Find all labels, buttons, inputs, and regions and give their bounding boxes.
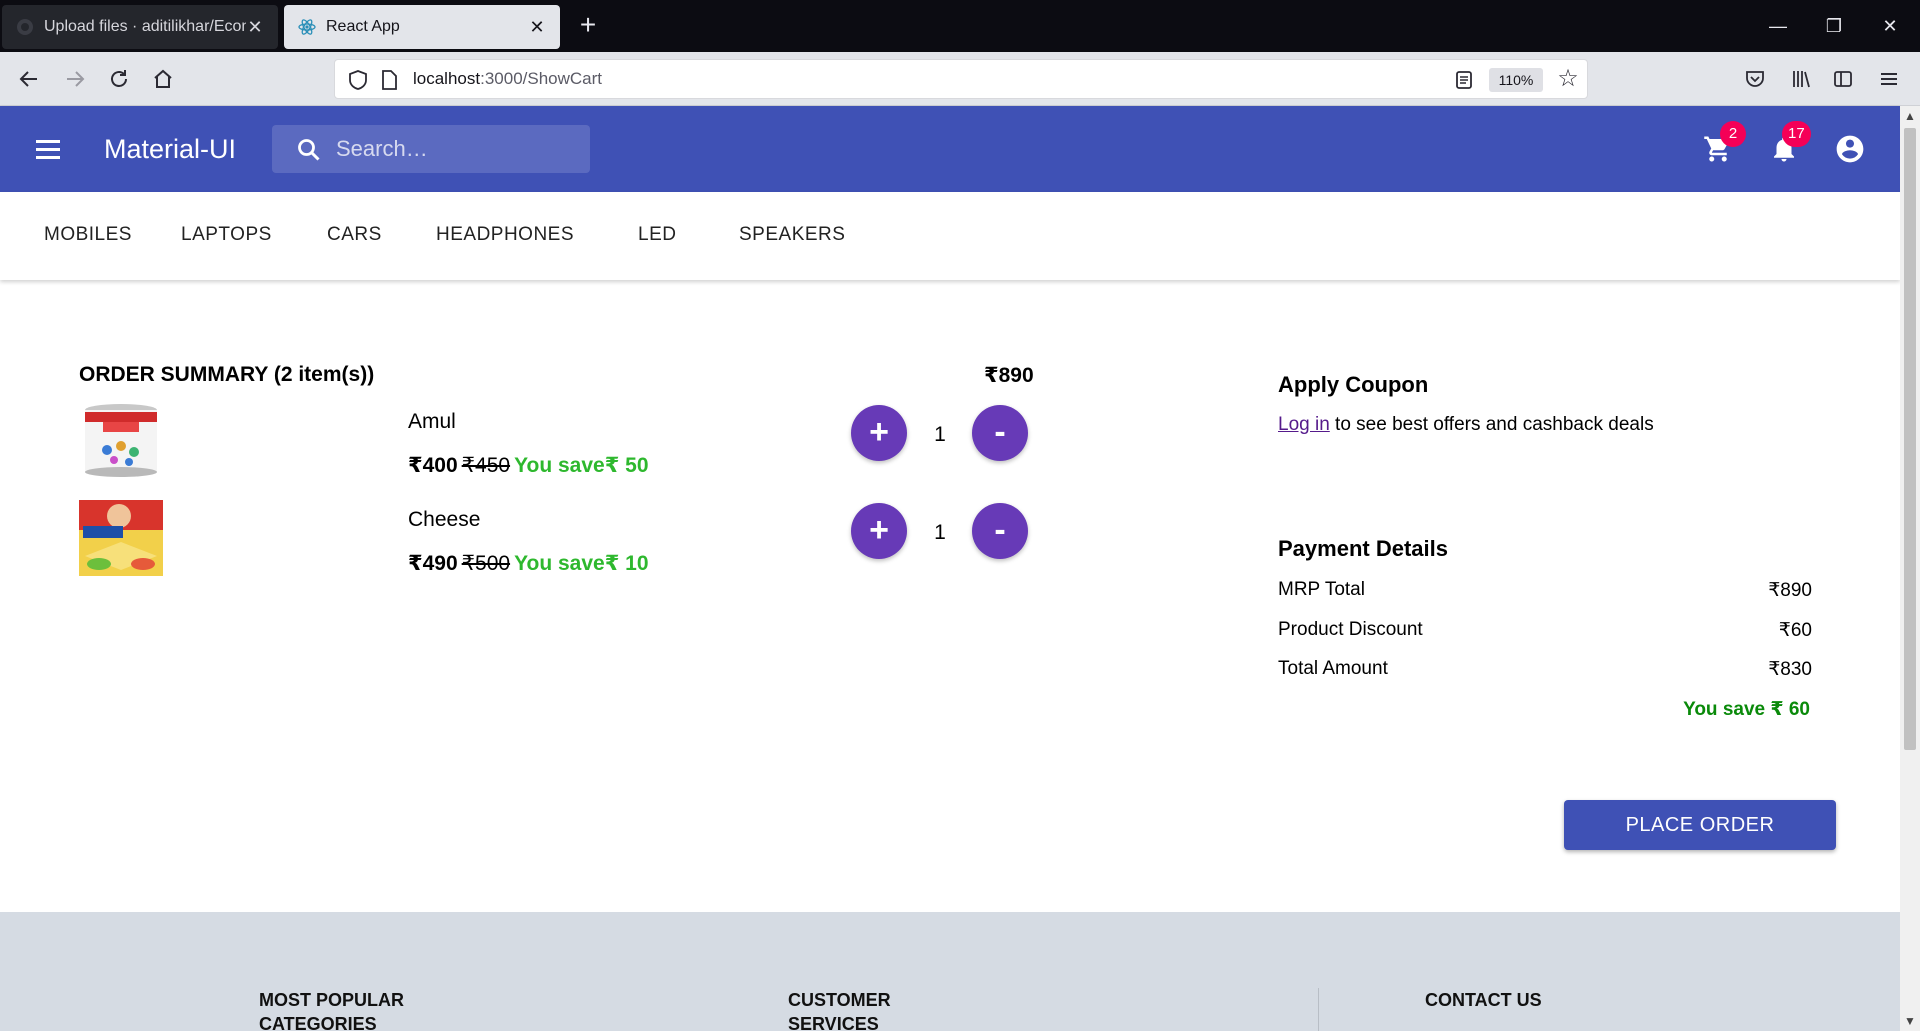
- close-window-icon[interactable]: ✕: [1864, 8, 1916, 44]
- url-text[interactable]: localhost:3000/ShowCart: [413, 69, 602, 89]
- browser-tab-bar: Upload files · aditilikhar/Ecomm ✕ React…: [0, 0, 1920, 52]
- close-tab-icon[interactable]: ✕: [528, 17, 546, 38]
- payment-row-total-amount: Total Amount ₹830: [1278, 658, 1812, 680]
- payment-details-title: Payment Details: [1278, 536, 1448, 561]
- browser-toolbar: localhost:3000/ShowCart 110% ☆: [0, 52, 1920, 154]
- pocket-icon[interactable]: [1740, 64, 1770, 94]
- product-image-amul[interactable]: [79, 402, 163, 478]
- site-footer: MOST POPULAR CATEGORIES CUSTOMER SERVICE…: [0, 912, 1900, 1031]
- address-bar[interactable]: localhost:3000/ShowCart 110% ☆: [334, 59, 1588, 99]
- category-mobiles[interactable]: MOBILES: [44, 224, 132, 246]
- page-scrollbar[interactable]: ▲ ▼: [1900, 106, 1920, 1031]
- search-box[interactable]: [272, 125, 590, 173]
- apply-coupon-title: Apply Coupon: [1278, 372, 1429, 397]
- coupon-message-text: to see best offers and cashback deals: [1329, 414, 1654, 435]
- decrease-quantity-button[interactable]: -: [972, 503, 1028, 559]
- product-savings: You save₹ 10: [514, 552, 649, 575]
- product-savings: You save₹ 50: [514, 454, 649, 477]
- payment-row-value: ₹890: [1768, 580, 1812, 601]
- product-price: ₹490: [408, 552, 458, 575]
- scrollbar-thumb[interactable]: [1904, 128, 1916, 750]
- product-name: Cheese: [408, 508, 481, 531]
- payment-row-label: Product Discount: [1278, 619, 1423, 640]
- decrease-quantity-button[interactable]: -: [972, 405, 1028, 461]
- order-summary-total: ₹890: [984, 364, 1034, 387]
- category-cars[interactable]: CARS: [327, 224, 382, 246]
- category-headphones[interactable]: HEADPHONES: [436, 224, 574, 246]
- sidebar-icon[interactable]: [1828, 64, 1858, 94]
- url-path: :3000/ShowCart: [480, 69, 603, 88]
- payment-row-value: ₹830: [1768, 659, 1812, 680]
- order-summary-title: ORDER SUMMARY (2 item(s)): [79, 363, 375, 386]
- product-mrp: ₹450: [461, 454, 511, 477]
- quantity-value: 1: [934, 521, 946, 544]
- quantity-value: 1: [934, 423, 946, 446]
- product-price-row: ₹400 ₹450 You save₹ 50: [408, 453, 649, 478]
- forward-icon[interactable]: [58, 62, 92, 96]
- browser-tab-title: Upload files · aditilikhar/Ecomm: [44, 18, 246, 35]
- place-order-button[interactable]: PLACE ORDER: [1564, 800, 1836, 850]
- url-host: localhost: [413, 69, 481, 88]
- zoom-level[interactable]: 110%: [1489, 68, 1543, 92]
- scroll-down-arrow-icon[interactable]: ▼: [1900, 1011, 1920, 1031]
- menu-icon[interactable]: [30, 131, 66, 167]
- product-image-cheese[interactable]: [79, 500, 163, 576]
- restore-window-icon[interactable]: ❐: [1808, 8, 1860, 44]
- account-button[interactable]: [1828, 127, 1872, 171]
- payment-row-label: MRP Total: [1278, 579, 1365, 600]
- category-nav: MOBILES LAPTOPS CARS HEADPHONES LED SPEA…: [0, 192, 1900, 280]
- hamburger-menu-icon[interactable]: [1874, 64, 1904, 94]
- search-icon: [298, 139, 320, 161]
- product-price-row: ₹490 ₹500 You save₹ 10: [408, 551, 649, 576]
- notifications-count-badge: 17: [1782, 121, 1811, 147]
- github-icon: [16, 18, 34, 36]
- product-mrp: ₹500: [461, 552, 511, 575]
- minimize-window-icon[interactable]: —: [1752, 8, 1804, 44]
- payment-row-mrp-total: MRP Total ₹890: [1278, 579, 1812, 601]
- payment-savings: You save ₹ 60: [1683, 699, 1810, 720]
- category-speakers[interactable]: SPEAKERS: [739, 224, 845, 246]
- shield-icon[interactable]: [347, 69, 369, 91]
- library-icon[interactable]: [1786, 64, 1816, 94]
- category-led[interactable]: LED: [638, 224, 676, 246]
- payment-row-product-discount: Product Discount ₹60: [1278, 619, 1812, 641]
- reload-icon[interactable]: [102, 62, 136, 96]
- product-price: ₹400: [408, 454, 458, 477]
- category-laptops[interactable]: LAPTOPS: [181, 224, 272, 246]
- footer-heading-customer-services: CUSTOMER SERVICES: [788, 990, 891, 1031]
- home-icon[interactable]: [146, 62, 180, 96]
- product-name: Amul: [408, 410, 456, 433]
- footer-divider: [1318, 988, 1319, 1031]
- close-tab-icon[interactable]: ✕: [246, 17, 264, 38]
- browser-tab-title: React App: [326, 18, 400, 35]
- new-tab-button[interactable]: +: [572, 10, 604, 42]
- brand-title: Material-UI: [104, 134, 237, 164]
- footer-heading-popular-categories: MOST POPULAR CATEGORIES: [259, 990, 405, 1031]
- back-icon[interactable]: [12, 62, 46, 96]
- search-input[interactable]: [336, 125, 576, 173]
- browser-tab-github[interactable]: Upload files · aditilikhar/Ecomm ✕: [2, 5, 278, 49]
- footer-heading-contact-us: CONTACT US: [1425, 990, 1542, 1010]
- cart-count-badge: 2: [1720, 121, 1746, 147]
- increase-quantity-button[interactable]: +: [851, 405, 907, 461]
- payment-row-label: Total Amount: [1278, 658, 1388, 679]
- payment-row-value: ₹60: [1778, 620, 1812, 641]
- reader-view-icon[interactable]: [1453, 69, 1475, 91]
- bookmark-star-icon[interactable]: ☆: [1555, 67, 1581, 93]
- browser-tab-react-app[interactable]: React App ✕: [284, 5, 560, 49]
- login-link[interactable]: Log in: [1278, 414, 1330, 435]
- scroll-up-arrow-icon[interactable]: ▲: [1900, 106, 1920, 126]
- account-circle-icon: [1836, 135, 1864, 163]
- app-header: Material-UI 2 17: [0, 106, 1900, 192]
- notifications-button[interactable]: 17: [1762, 121, 1811, 171]
- page-info-icon[interactable]: [379, 69, 399, 91]
- cart-button[interactable]: 2: [1696, 121, 1746, 171]
- react-icon: [298, 18, 316, 36]
- coupon-message: Log in to see best offers and cashback d…: [1278, 414, 1654, 436]
- increase-quantity-button[interactable]: +: [851, 503, 907, 559]
